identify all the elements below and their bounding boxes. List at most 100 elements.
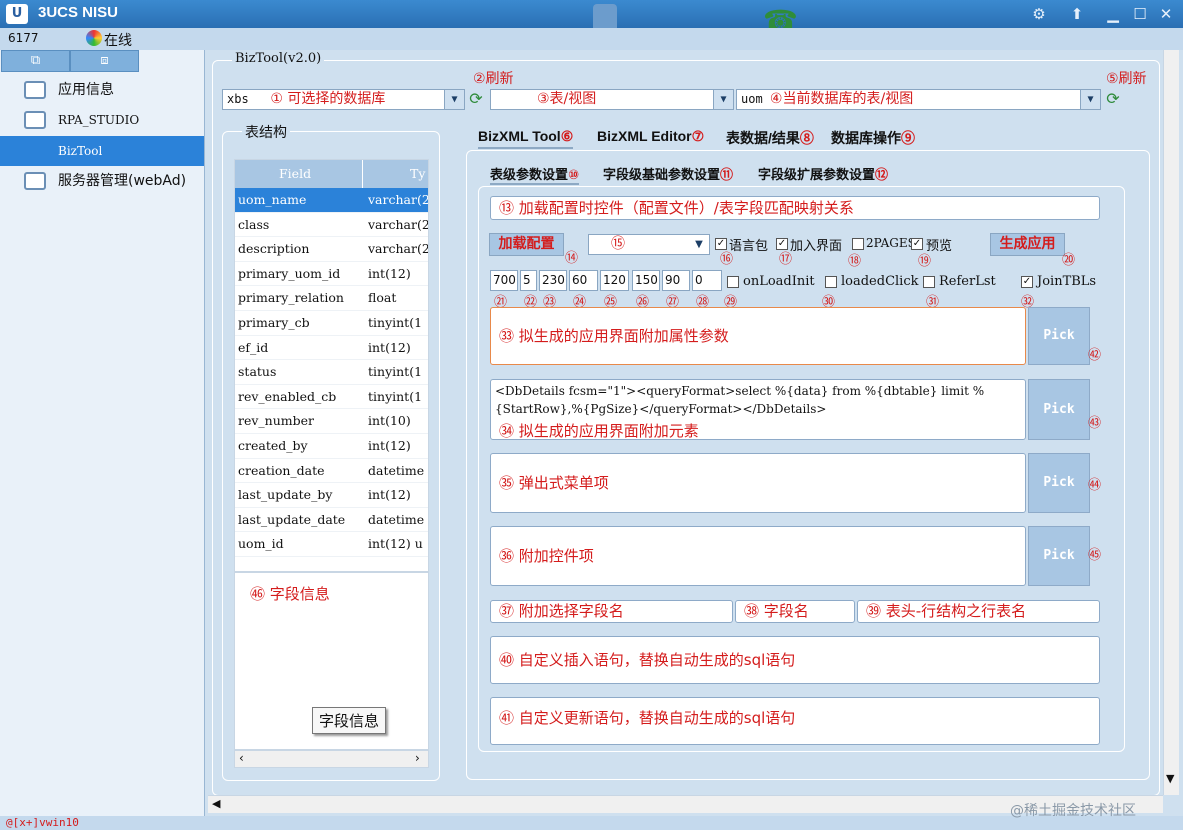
status-bar: 6177 在线 — [0, 28, 1183, 50]
refresh-icon[interactable]: ⟳ — [467, 90, 485, 108]
sidebar-item-server-mgmt[interactable]: 服务器管理(webAd) — [0, 166, 204, 196]
tab-apps[interactable]: ⧉ — [1, 50, 70, 72]
pick-button-42[interactable]: Pick — [1028, 307, 1090, 365]
chevron-down-icon: ▼ — [1080, 90, 1100, 109]
refresh-icon[interactable]: ⟳ — [1104, 90, 1122, 108]
table-row[interactable]: rev_number int(10) — [235, 409, 428, 434]
chevron-down-icon: ▼ — [444, 90, 464, 109]
table-row[interactable]: last_update_by int(12) — [235, 483, 428, 508]
marker-14: ⑭ — [565, 251, 579, 266]
sidebar-item-rpa-studio[interactable]: RPA_STUDIO — [0, 105, 204, 135]
maximize-icon[interactable]: ☐ — [1131, 5, 1149, 23]
numeric-param-input[interactable]: 5 — [520, 270, 537, 291]
lang-pack-label: 语言包 — [729, 239, 769, 254]
field-type-cell: int(12) — [368, 438, 411, 453]
field-name-field[interactable]: ㊳ 字段名 — [735, 600, 855, 623]
field-type-cell: tinyint(1 — [368, 388, 423, 404]
preview-checkbox[interactable]: ✓ — [911, 238, 923, 250]
field-name-cell: last_update_date — [238, 511, 346, 527]
marker-44: ㊹ — [1088, 478, 1102, 493]
sidebar-item-app-info[interactable]: 应用信息 — [0, 75, 204, 105]
tab-tools[interactable]: ⧈ — [70, 50, 139, 72]
table-row[interactable]: ef_id int(12) — [235, 336, 428, 361]
header-row-table-field[interactable]: ㊴ 表头-行结构之行表名 — [857, 600, 1100, 623]
subtab-field-ext[interactable]: 字段级扩展参数设置⑫ — [758, 164, 888, 183]
subtab-field-basic[interactable]: 字段级基础参数设置⑪ — [603, 164, 733, 183]
mapping-config-field[interactable]: ⑬ 加载配置时控件（配置文件）/表字段匹配映射关系 — [490, 196, 1100, 220]
table-row[interactable]: creation_date datetime — [235, 459, 428, 484]
scroll-left-icon[interactable]: ‹ — [239, 751, 244, 765]
field-type-cell: int(10) — [368, 413, 411, 429]
tab-table-data[interactable]: 表数据/结果⑧ — [726, 128, 814, 148]
popup-menu-field[interactable]: ㉟ 弹出式菜单项 — [490, 453, 1026, 513]
field-type-cell: float — [368, 290, 397, 306]
extra-controls-field[interactable]: ㊱ 附加控件项 — [490, 526, 1026, 586]
ui-attr-params-field[interactable]: ㉝ 拟生成的应用界面附加属性参数 — [490, 307, 1026, 365]
upload-icon[interactable]: ⬆ — [1068, 5, 1086, 23]
tab-db-ops[interactable]: 数据库操作⑨ — [831, 128, 915, 148]
col-field[interactable]: Field — [279, 160, 311, 188]
two-pages-checkbox[interactable] — [852, 238, 864, 250]
field-info-tooltip: 字段信息 — [312, 707, 387, 734]
tab-bizxml-editor[interactable]: BizXML Editor⑦ — [597, 128, 704, 145]
tab-bizxml-tool[interactable]: BizXML Tool⑥ — [478, 128, 574, 149]
marker-16: ⑯ — [720, 252, 734, 267]
numeric-param-input[interactable]: 0 — [692, 270, 722, 291]
database-select[interactable]: xbs ① 可选择的数据库 ▼ — [222, 89, 465, 110]
minimize-icon[interactable]: ▁ — [1104, 5, 1122, 23]
extra-select-field[interactable]: ㊲ 附加选择字段名 — [490, 600, 733, 623]
custom-insert-sql-field[interactable]: ㊵ 自定义插入语句，替换自动生成的sql语句 — [490, 636, 1100, 684]
numeric-param-input[interactable]: 120 — [600, 270, 629, 291]
table-row[interactable]: class varchar(2 — [235, 213, 428, 238]
pick-button-43[interactable]: Pick — [1028, 379, 1090, 440]
numeric-param-input[interactable]: 230 — [539, 270, 567, 291]
onload-init-checkbox[interactable] — [727, 276, 739, 288]
vertical-scrollbar[interactable]: ▼ — [1163, 50, 1179, 795]
generate-app-button[interactable]: 生成应用 — [990, 233, 1065, 256]
grid-hscroll[interactable]: ‹ › — [234, 750, 429, 768]
field-type-cell: int(12) — [368, 265, 411, 281]
sidebar-item-biztool[interactable]: BizTool — [0, 136, 204, 166]
table-row[interactable]: rev_enabled_cb tinyint(1 — [235, 385, 428, 410]
col-type[interactable]: Ty — [410, 160, 425, 188]
field-name-cell: uom_id — [238, 536, 284, 552]
current-table-select[interactable]: uom ④当前数据库的表/视图 ▼ — [736, 89, 1101, 110]
pick-button-44[interactable]: Pick — [1028, 453, 1090, 513]
table-row[interactable]: primary_uom_id int(12) — [235, 262, 428, 287]
scroll-left-icon[interactable]: ◀ — [212, 797, 220, 810]
numeric-param-input[interactable]: 60 — [569, 270, 598, 291]
table-row[interactable]: primary_cb tinyint(1 — [235, 311, 428, 336]
numeric-param-input[interactable]: 700 — [490, 270, 518, 291]
table-row[interactable]: uom_name varchar(2 — [235, 188, 428, 213]
window-title: 3UCS NISU — [38, 4, 119, 21]
custom-update-sql-field[interactable]: ㊶ 自定义更新语句，替换自动生成的sql语句 — [490, 697, 1100, 745]
table-row[interactable]: last_update_date datetime — [235, 508, 428, 533]
config-select[interactable]: ⑮ ▼ — [588, 234, 710, 255]
refer-lst-label: ReferLst — [939, 274, 996, 289]
table-select[interactable]: ③表/视图 ▼ — [490, 89, 734, 110]
table-row[interactable]: primary_relation float — [235, 286, 428, 311]
table-row[interactable]: status tinyint(1 — [235, 360, 428, 385]
table-row[interactable]: created_by int(12) — [235, 434, 428, 459]
marker-43: ㊸ — [1088, 416, 1102, 431]
loaded-click-checkbox[interactable] — [825, 276, 837, 288]
ui-extra-elements-field[interactable]: <DbDetails fcsm="1"><queryFormat>select … — [490, 379, 1026, 440]
join-tbls-checkbox[interactable]: ✓ — [1021, 276, 1033, 288]
pick-button-45[interactable]: Pick — [1028, 526, 1090, 586]
table-row[interactable]: description varchar(2 — [235, 237, 428, 262]
scroll-down-icon[interactable]: ▼ — [1166, 772, 1174, 785]
subtab-table-params[interactable]: 表级参数设置⑩ — [490, 164, 580, 185]
settings-icon[interactable]: ⚙ — [1030, 5, 1048, 23]
edit-icon — [24, 111, 46, 129]
table-row[interactable]: uom_id int(12) u — [235, 532, 428, 557]
close-icon[interactable]: ✕ — [1157, 5, 1175, 23]
sidebar: ⧉ ⧈ 应用信息 RPA_STUDIO BizTool 服务器管理(webAd) — [0, 50, 205, 816]
scroll-right-icon[interactable]: › — [415, 751, 420, 765]
refer-lst-checkbox[interactable] — [923, 276, 935, 288]
numeric-param-input[interactable]: 150 — [632, 270, 660, 291]
numeric-param-input[interactable]: 90 — [662, 270, 690, 291]
command-text[interactable]: @[x+]vwin10 — [6, 816, 79, 829]
field-type-cell: datetime — [368, 511, 425, 527]
load-config-button[interactable]: 加载配置 — [489, 233, 564, 256]
field-grid[interactable]: Field Ty uom_name varchar(2 class varchar(2… — [234, 159, 429, 572]
